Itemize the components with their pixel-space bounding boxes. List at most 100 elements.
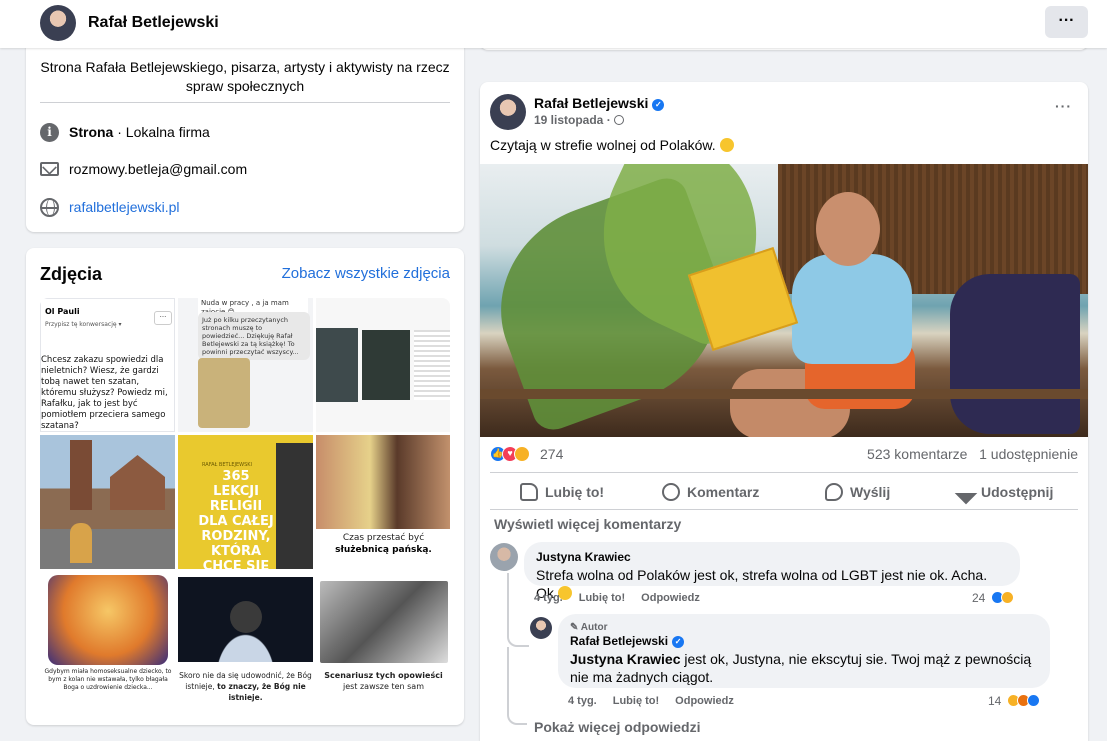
- page-avatar[interactable]: [40, 5, 76, 41]
- reply-author-avatar[interactable]: [530, 617, 552, 639]
- page-name[interactable]: Rafał Betlejewski: [88, 14, 219, 32]
- commenter-avatar[interactable]: [490, 543, 518, 571]
- author-badge-text: Autor: [580, 622, 608, 633]
- more-options-button[interactable]: ···: [1045, 6, 1088, 38]
- globe-icon: [614, 115, 625, 125]
- share-label: Udostępnij: [981, 484, 1054, 500]
- post-photo[interactable]: [480, 164, 1088, 437]
- website-row: rafalbetlejewski.pl: [40, 196, 340, 218]
- reply-author[interactable]: Rafał Betlejewski ✓: [570, 634, 1038, 648]
- photo-tile[interactable]: Scenariusz tych opowieści jest zawsze te…: [316, 573, 450, 707]
- tile-text: 365 LEKCJI RELIGII DLA CAŁEJ RODZINY, KT…: [198, 469, 274, 569]
- photo-tile[interactable]: Skoro nie da się udowodnić, że Bóg istni…: [178, 573, 313, 707]
- photo-rail: [480, 389, 1088, 399]
- tile-text: Ol Pauli: [45, 307, 80, 316]
- share-button[interactable]: Udostępnij: [954, 479, 1054, 505]
- thumbs-up-icon: [520, 483, 538, 501]
- tile-text: Czas przestać być: [342, 533, 425, 543]
- show-more-replies-link[interactable]: Pokaż więcej odpowiedzi: [534, 719, 700, 735]
- photo-tile[interactable]: RAFAŁ BETLEJEWSKI 365 LEKCJI RELIGII DLA…: [178, 435, 313, 569]
- reply-meta: 4 tyg. Lubię to! Odpowiedz: [568, 695, 750, 707]
- post-actions: Lubię to! Komentarz Wyślij Udostępnij: [490, 472, 1078, 510]
- photo-tile[interactable]: [316, 298, 450, 432]
- tile-image: [70, 523, 92, 563]
- reply-reactions[interactable]: 14: [988, 694, 1040, 708]
- reply-like-button[interactable]: Lubię to!: [613, 695, 659, 707]
- verified-icon: ✓: [672, 636, 685, 648]
- page-header: Rafał Betlejewski ···: [0, 0, 1107, 48]
- website-link[interactable]: rafalbetlejewski.pl: [69, 196, 180, 218]
- reply-bubble: ✎ Autor Rafał Betlejewski ✓ Justyna Krawi…: [558, 614, 1050, 688]
- post-author-text[interactable]: Rafał Betlejewski: [534, 95, 648, 111]
- see-all-photos-link[interactable]: Zobacz wszystkie zdjęcia: [282, 265, 450, 282]
- post-author-avatar[interactable]: [490, 94, 526, 130]
- post-card: Rafał Betlejewski ✓ 19 listopada · ··· Cz…: [480, 82, 1088, 741]
- view-more-comments-link[interactable]: Wyświetl więcej komentarzy: [494, 516, 681, 532]
- messenger-icon: [825, 483, 843, 501]
- tile-image: [414, 330, 450, 400]
- tile-text: Scenariusz tych opowieści: [324, 671, 443, 680]
- comment-time[interactable]: 4 tyg.: [534, 592, 563, 604]
- reply-reply-button[interactable]: Odpowiedz: [675, 695, 734, 707]
- tile-image: [320, 581, 448, 663]
- photo-tile[interactable]: Ol Pauli Przypisz tę konwersację ▾ ··· C…: [40, 298, 175, 432]
- send-button[interactable]: Wyślij: [825, 479, 890, 505]
- share-icon: [954, 481, 978, 505]
- reply-reactions-count: 14: [988, 694, 1002, 708]
- comment-like-button[interactable]: Lubię to!: [579, 592, 625, 604]
- post-more-icon[interactable]: ···: [1055, 98, 1072, 114]
- globe-icon: [40, 198, 59, 217]
- comment-reply-button[interactable]: Odpowiedz: [641, 592, 700, 604]
- comments-count[interactable]: 523 komentarze: [867, 446, 967, 462]
- send-label: Wyślij: [850, 484, 891, 500]
- comment-label: Komentarz: [687, 484, 760, 500]
- photo-tile[interactable]: Czas przestać być służebnicą pańską.: [316, 435, 450, 569]
- post-date-text[interactable]: 19 listopada: [534, 113, 603, 127]
- photo-tile[interactable]: [40, 435, 175, 569]
- tile-text: Gdybym miała homoseksualne dziecko, to b…: [44, 668, 172, 691]
- intro-card: Strona Rafała Betlejewskiego, pisarza, a…: [26, 30, 464, 232]
- photos-title: Zdjęcia: [40, 264, 103, 284]
- comment-reactions-count: 24: [972, 591, 986, 605]
- tile-image: [48, 575, 168, 665]
- reply-text: Justyna Krawiec jest ok, Justyna, nie ek…: [570, 650, 1038, 686]
- haha-reaction-icon: [1000, 591, 1014, 604]
- post-stats: 👍 ♥ 274 523 komentarze 1 udostępnienie: [490, 444, 1078, 464]
- smile-emoji-icon: [719, 138, 734, 152]
- post-date[interactable]: 19 listopada ·: [534, 113, 625, 127]
- category-value: · Lokalna firma: [113, 124, 210, 140]
- category-label: Strona: [69, 124, 114, 140]
- comment-button[interactable]: Komentarz: [662, 479, 759, 505]
- photos-card: Zdjęcia Zobacz wszystkie zdjęcia Ol Paul…: [26, 248, 464, 725]
- reactions-summary[interactable]: 👍 ♥: [490, 446, 536, 462]
- tile-image: [110, 455, 165, 510]
- tile-image: [316, 435, 450, 529]
- reply-author-text[interactable]: Rafał Betlejewski: [570, 634, 668, 648]
- like-reaction-icon: [1026, 694, 1040, 707]
- tile-image: [276, 443, 313, 569]
- shares-count[interactable]: 1 udostępnienie: [979, 446, 1078, 462]
- haha-reaction-icon: [514, 446, 530, 462]
- email-row: rozmowy.betleja@gmail.com: [40, 158, 340, 180]
- comment-author[interactable]: Justyna Krawiec: [536, 550, 1008, 564]
- photo-tile[interactable]: Gdybym miała homoseksualne dziecko, to b…: [40, 573, 175, 707]
- page-bio: Strona Rafała Betlejewskiego, pisarza, a…: [40, 59, 450, 94]
- like-button[interactable]: Lubię to!: [520, 479, 604, 505]
- post-author-name[interactable]: Rafał Betlejewski ✓: [534, 95, 665, 111]
- photo-head: [816, 192, 880, 266]
- tile-text: Przypisz tę konwersację ▾: [45, 321, 122, 328]
- reply-mention[interactable]: Justyna Krawiec: [570, 651, 681, 667]
- thread-line: [507, 647, 527, 725]
- photo-tile[interactable]: Nuda w pracy , a ja mam zajęcie 😊 Już po…: [178, 298, 313, 432]
- divider: [40, 102, 450, 103]
- tile-text: służebnicą pańską.: [335, 545, 432, 555]
- comment-reactions[interactable]: 24: [972, 591, 1014, 605]
- reply-time[interactable]: 4 tyg.: [568, 695, 597, 707]
- reactions-count[interactable]: 274: [540, 446, 563, 462]
- photo-shirt: [792, 254, 912, 364]
- email-text[interactable]: rozmowy.betleja@gmail.com: [69, 158, 247, 180]
- verified-icon: ✓: [652, 99, 665, 111]
- author-badge: ✎ Autor: [570, 622, 608, 633]
- comment-icon: [662, 483, 680, 501]
- tile-more-icon: ···: [154, 311, 172, 325]
